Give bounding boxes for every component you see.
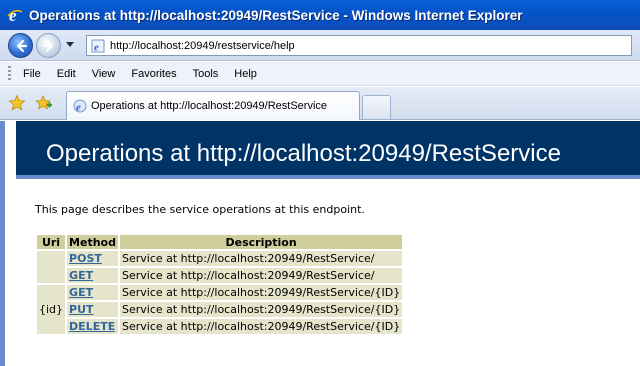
menu-file[interactable]: File bbox=[23, 68, 41, 80]
uri-cell bbox=[37, 251, 66, 283]
add-favorite-icon[interactable] bbox=[35, 94, 53, 112]
tab-operations[interactable]: e Operations at http://localhost:20949/R… bbox=[66, 91, 360, 120]
menu-tools[interactable]: Tools bbox=[193, 68, 219, 80]
uri-cell: {id} bbox=[37, 285, 66, 334]
address-bar[interactable]: e http://localhost:20949/restservice/hel… bbox=[86, 35, 632, 56]
table-header-row: Uri Method Description bbox=[37, 235, 403, 249]
tab-bar: e Operations at http://localhost:20949/R… bbox=[0, 87, 640, 120]
svg-text:e: e bbox=[76, 102, 81, 114]
svg-text:e: e bbox=[94, 41, 99, 53]
description-cell: Service at http://localhost:20949/RestSe… bbox=[119, 302, 403, 317]
method-link-put[interactable]: PUT bbox=[69, 303, 94, 316]
svg-text:e: e bbox=[9, 7, 17, 23]
navigation-bar: e http://localhost:20949/restservice/hel… bbox=[0, 30, 640, 61]
menu-help[interactable]: Help bbox=[234, 68, 257, 80]
header-uri: Uri bbox=[37, 235, 66, 249]
window-title-bar[interactable]: e Operations at http://localhost:20949/R… bbox=[0, 0, 640, 30]
page-content: Operations at http://localhost:20949/Res… bbox=[0, 121, 640, 366]
menu-favorites[interactable]: Favorites bbox=[131, 68, 176, 80]
method-link-post[interactable]: POST bbox=[69, 252, 102, 265]
header-method: Method bbox=[67, 235, 118, 249]
new-tab-button[interactable] bbox=[362, 95, 391, 119]
table-row: PUT Service at http://localhost:20949/Re… bbox=[37, 302, 403, 317]
toolbar-grip[interactable] bbox=[8, 65, 11, 82]
method-cell: GET bbox=[67, 268, 118, 283]
table-row: {id} GET Service at http://localhost:209… bbox=[37, 285, 403, 334]
ie-page-icon: e bbox=[73, 99, 87, 113]
description-cell: Service at http://localhost:20949/RestSe… bbox=[119, 285, 403, 300]
description-cell: Service at http://localhost:20949/RestSe… bbox=[119, 251, 403, 266]
back-arrow-icon bbox=[16, 39, 27, 52]
table-row: GET Service at http://localhost:20949/Re… bbox=[37, 268, 403, 283]
ie-logo-icon: e bbox=[6, 6, 24, 24]
operations-table: Uri Method Description POST Service at h… bbox=[35, 233, 404, 336]
forward-button[interactable] bbox=[36, 33, 61, 58]
description-cell: Service at http://localhost:20949/RestSe… bbox=[119, 319, 403, 334]
menu-view[interactable]: View bbox=[92, 68, 116, 80]
address-url: http://localhost:20949/restservice/help bbox=[110, 39, 295, 52]
description-cell: Service at http://localhost:20949/RestSe… bbox=[119, 268, 403, 283]
page-intro: This page describes the service operatio… bbox=[35, 203, 365, 216]
method-link-get-id[interactable]: GET bbox=[69, 286, 93, 299]
forward-arrow-icon bbox=[42, 39, 53, 52]
table-row: DELETE Service at http://localhost:20949… bbox=[37, 319, 403, 334]
method-cell: GET bbox=[67, 285, 118, 300]
tab-label: Operations at http://localhost:20949/Res… bbox=[91, 100, 328, 112]
method-link-get[interactable]: GET bbox=[69, 269, 93, 282]
page-title: Operations at http://localhost:20949/Res… bbox=[46, 140, 561, 167]
menu-bar: File Edit View Favorites Tools Help bbox=[0, 62, 640, 86]
method-cell: PUT bbox=[67, 302, 118, 317]
header-description: Description bbox=[119, 235, 403, 249]
menu-edit[interactable]: Edit bbox=[57, 68, 76, 80]
method-cell: POST bbox=[67, 251, 118, 266]
page-header: Operations at http://localhost:20949/Res… bbox=[16, 121, 640, 179]
recent-pages-dropdown[interactable] bbox=[66, 42, 74, 47]
back-button[interactable] bbox=[8, 33, 33, 58]
table-row: POST Service at http://localhost:20949/R… bbox=[37, 251, 403, 283]
method-link-delete[interactable]: DELETE bbox=[69, 320, 115, 333]
method-cell: DELETE bbox=[67, 319, 118, 334]
ie-page-icon: e bbox=[90, 38, 106, 54]
window-title: Operations at http://localhost:20949/Res… bbox=[29, 7, 523, 23]
favorites-star-icon[interactable] bbox=[8, 94, 26, 112]
